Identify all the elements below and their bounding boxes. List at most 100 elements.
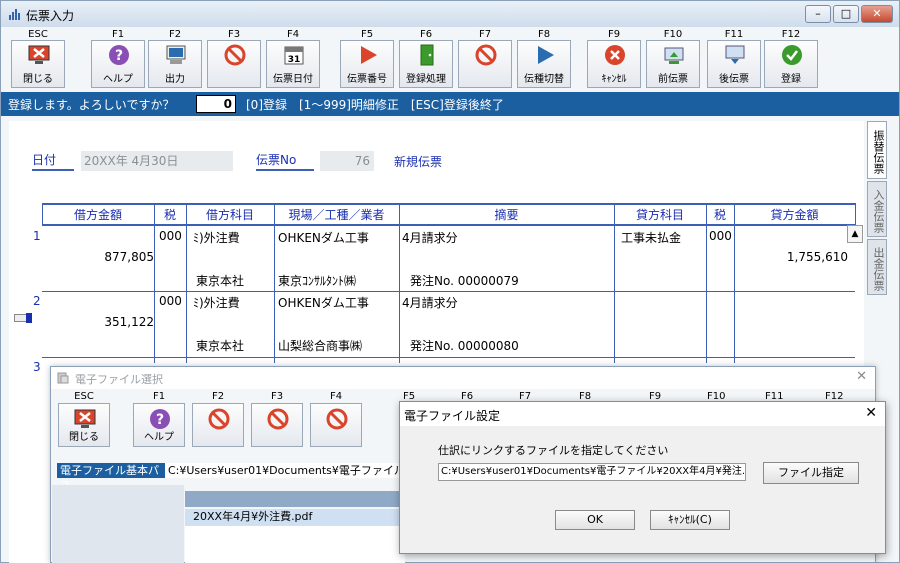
grid-column-line	[186, 203, 187, 363]
fkey-f6-label: F6	[419, 29, 433, 40]
memo-order-no[interactable]: 発注No. 00000080	[410, 337, 519, 354]
file-path-input[interactable]: C:¥Users¥user01¥Documents¥電子ファイル¥20XX年4月…	[438, 463, 746, 481]
grid-column-line	[734, 203, 735, 363]
fkey-f3-label: F3	[227, 29, 241, 40]
fkey-f11-label: F11	[724, 29, 744, 40]
fkey-f4-label: F4	[286, 29, 300, 40]
grid-column-line	[706, 203, 707, 363]
dialog-instruction: 仕訳にリンクするファイルを指定してください	[438, 444, 669, 457]
door-icon	[416, 44, 438, 66]
dialog-title-bar[interactable]: 電子ファイル設定 ✕	[400, 402, 885, 426]
fkey-f12-button[interactable]: 登録	[764, 40, 818, 88]
efile-close-icon[interactable]: ✕	[856, 369, 867, 384]
debit-account[interactable]: ﾐ)外注費	[193, 294, 240, 311]
grid-row-line	[42, 357, 855, 358]
memo-order-no[interactable]: 発注No. 00000079	[410, 272, 519, 289]
dialog-close-icon[interactable]: ✕	[865, 405, 877, 421]
tab-payment-slip[interactable]: 出金伝票	[867, 239, 887, 295]
efile-fkey-f1-button[interactable]: ? ヘルプ	[133, 403, 185, 447]
tab-transfer-slip[interactable]: 振替伝票	[867, 121, 887, 179]
efile-window-title: 電子ファイル選択	[75, 373, 163, 386]
fkey-esc-button[interactable]: 閉じる	[11, 40, 65, 88]
fkey-f8-button[interactable]: 伝種切替	[517, 40, 571, 88]
column-header: 税	[163, 208, 176, 222]
calendar-icon: 31	[283, 44, 305, 66]
dialog-title: 電子ファイル設定	[404, 409, 501, 423]
credit-tax[interactable]: 000	[709, 229, 732, 243]
memo[interactable]: 4月請求分	[402, 294, 458, 311]
credit-amount[interactable]: 1,755,610	[734, 250, 848, 264]
efile-fkey-label: F3	[270, 391, 284, 402]
play-blue-icon	[534, 44, 556, 66]
check-icon	[781, 44, 803, 66]
tab-receipt-slip[interactable]: 入金伝票	[867, 181, 887, 237]
efile-fkey-f4-button[interactable]	[310, 403, 362, 447]
vendor-name[interactable]: 山梨総合商事㈱	[278, 337, 362, 354]
fkey-f2-button[interactable]: 出力	[148, 40, 202, 88]
efile-fkey-esc-button[interactable]: 閉じる	[58, 403, 110, 447]
title-bar[interactable]: 伝票入力 – □ ✕	[1, 1, 899, 27]
efile-fkey-label: F2	[211, 391, 225, 402]
branch-name[interactable]: 東京本社	[196, 337, 244, 354]
row-number[interactable]: 3	[33, 360, 41, 374]
efile-fkey-label: F4	[329, 391, 343, 402]
row-number[interactable]: 2	[33, 294, 41, 308]
date-field[interactable]: 20XX年 4月30日	[81, 151, 233, 171]
folder-pane	[52, 485, 184, 563]
fkey-f5-label: F5	[360, 29, 374, 40]
fkey-button-label: 伝種切替	[524, 74, 564, 85]
fkey-f10-label: F10	[663, 29, 683, 40]
fkey-f6-button[interactable]: 登録処理	[399, 40, 453, 88]
fkey-f7-button[interactable]	[458, 40, 512, 88]
fkey-f9-button[interactable]: ｷｬﾝｾﾙ	[587, 40, 641, 88]
cancel-button[interactable]: ｷｬﾝｾﾙ(C)	[650, 510, 730, 530]
fkey-button-label: 前伝票	[658, 74, 688, 85]
prompt-hint: [0]登録 [1〜999]明細修正 [ESC]登録後終了	[246, 98, 504, 112]
debit-amount[interactable]: 351,122	[42, 315, 154, 329]
prohibited-icon	[475, 44, 497, 66]
fkey-f11-button[interactable]: 後伝票	[707, 40, 761, 88]
credit-account[interactable]: 工事未払金	[621, 229, 681, 246]
svg-text:?: ?	[115, 48, 123, 64]
memo[interactable]: 4月請求分	[402, 229, 458, 246]
file-list-item[interactable]: 20XX年4月¥外注費.pdf	[185, 509, 405, 525]
fkey-button-label: 登録	[781, 74, 801, 85]
debit-account[interactable]: ﾐ)外注費	[193, 229, 240, 246]
fkey-f10-button[interactable]: 前伝票	[646, 40, 700, 88]
close-window-button[interactable]: ✕	[861, 5, 893, 23]
prohibited-icon	[326, 408, 348, 433]
debit-tax[interactable]: 000	[159, 229, 182, 243]
fkey-esc-label: ESC	[28, 29, 48, 40]
fkey-f5-button[interactable]: 伝票番号	[340, 40, 394, 88]
ok-button[interactable]: OK	[555, 510, 635, 530]
maximize-button[interactable]: □	[833, 5, 859, 23]
fkey-f4-button[interactable]: 31 伝票日付	[266, 40, 320, 88]
fkey-f12-label: F12	[781, 29, 801, 40]
fkey-f9-label: F9	[607, 29, 621, 40]
efile-fkey-f2-button[interactable]	[192, 403, 244, 447]
debit-tax[interactable]: 000	[159, 294, 182, 308]
efile-title-bar[interactable]: 電子ファイル選択 ✕	[51, 367, 875, 389]
browse-file-button[interactable]: ファイル指定	[763, 462, 859, 484]
base-path-field[interactable]: C:¥Users¥user01¥Documents¥電子ファイル	[165, 463, 405, 478]
svg-text:31: 31	[288, 55, 301, 65]
prompt-input[interactable]: 0	[196, 95, 236, 113]
site-name[interactable]: OHKENダム工事	[278, 294, 369, 311]
minimize-button[interactable]: –	[805, 5, 831, 23]
fkey-button-label: 後伝票	[719, 74, 749, 85]
branch-name[interactable]: 東京本社	[196, 272, 244, 289]
slip-no-field[interactable]: 76	[320, 151, 374, 171]
fkey-button-label: 登録処理	[406, 74, 446, 85]
debit-amount[interactable]: 877,805	[42, 250, 154, 264]
column-header: 現場／工種／業者	[288, 208, 385, 222]
column-header: 借方科目	[205, 208, 254, 222]
fkey-button-label: 伝票番号	[347, 74, 387, 85]
fkey-f3-button[interactable]	[207, 40, 261, 88]
efile-fkey-f3-button[interactable]	[251, 403, 303, 447]
fkey-f1-button[interactable]: ? ヘルプ	[91, 40, 145, 88]
scroll-up-button[interactable]: ▲	[847, 225, 863, 243]
vendor-name[interactable]: 東京ｺﾝｻﾙﾀﾝﾄ㈱	[278, 272, 356, 289]
prohibited-icon	[224, 44, 246, 66]
site-name[interactable]: OHKENダム工事	[278, 229, 369, 246]
row-number[interactable]: 1	[33, 229, 41, 243]
